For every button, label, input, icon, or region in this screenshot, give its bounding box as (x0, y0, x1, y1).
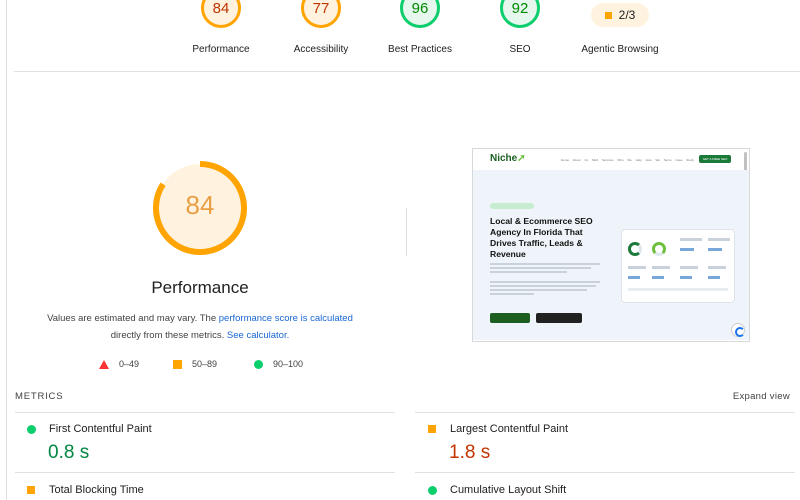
site-logo: Niche➚ (490, 153, 526, 164)
average-square-icon (428, 425, 436, 433)
site-nav: Home About Us SEO Services Who We Help H… (561, 158, 694, 162)
metric-lcp-label: Largest Contentful Paint (450, 423, 569, 435)
hero-tag (490, 203, 534, 209)
gauge-best-practices-label: Best Practices (388, 44, 452, 55)
hero-paragraph (490, 263, 600, 297)
legend-fail: 0–49 (99, 359, 139, 369)
site-cta-button: GET A FREE SEO AUDIT (699, 155, 731, 169)
metric-lcp-value: 1.8 s (449, 442, 491, 463)
average-square-icon (604, 11, 612, 19)
desc-text-2: directly from these metrics. (110, 330, 227, 341)
gauge-best-practices-score: 96 (400, 0, 440, 28)
expand-view-toggle[interactable]: Expand view (700, 391, 790, 402)
fail-triangle-icon (99, 359, 109, 369)
legend-average: 50–89 (173, 359, 217, 369)
gauge-accessibility-label: Accessibility (293, 44, 349, 55)
hero-primary-button (490, 313, 530, 323)
desc-text-1: Values are estimated and may vary. The (47, 313, 219, 324)
see-calculator-link[interactable]: See calculator. (227, 330, 289, 341)
gauge-performance-score: 84 (201, 0, 241, 28)
gauge-seo-label: SEO (509, 44, 531, 55)
metric-divider (415, 412, 795, 413)
agentic-value: 2/3 (618, 8, 636, 22)
metric-cls-label: Cumulative Layout Shift (450, 484, 567, 496)
gauge-agentic-label: Agentic Browsing (581, 44, 659, 55)
pass-circle-icon (428, 486, 437, 495)
metric-tbt-label: Total Blocking Time (49, 484, 144, 496)
gauge-accessibility-score: 77 (301, 0, 341, 28)
performance-description: Values are estimated and may vary. The p… (30, 310, 370, 344)
final-screenshot[interactable]: Niche➚ Home About Us SEO Services Who We… (472, 148, 750, 342)
section-divider (406, 208, 407, 256)
recaptcha-badge-icon (731, 323, 745, 337)
metrics-header: METRICS (15, 391, 64, 402)
legend-fail-range: 0–49 (119, 359, 140, 369)
performance-score: 84 (185, 190, 215, 220)
pass-circle-icon (27, 425, 36, 434)
metric-fcp-label: First Contentful Paint (49, 423, 152, 435)
legend-average-range: 50–89 (192, 359, 218, 369)
metric-divider (415, 472, 795, 473)
metric-divider (15, 412, 395, 413)
category-gauges-row: 84 Performance 77 Accessibility 96 Best … (14, 0, 800, 72)
pass-circle-icon (254, 359, 263, 369)
hero-headline: Local & Ecommerce SEO Agency In Florida … (490, 216, 593, 259)
dashboard-card-graphic (621, 229, 735, 303)
performance-score-link[interactable]: performance score is calculated (219, 313, 353, 324)
gauge-performance-label: Performance (192, 44, 250, 55)
metric-fcp-value: 0.8 s (48, 442, 90, 463)
agentic-pill: 2/3 (591, 3, 649, 27)
average-square-icon (27, 486, 35, 494)
hero-secondary-button (536, 313, 582, 323)
legend-pass: 90–100 (254, 359, 303, 369)
metric-divider (15, 472, 395, 473)
performance-title: Performance (151, 278, 249, 297)
average-square-icon (173, 359, 182, 369)
legend-pass-range: 90–100 (273, 359, 304, 369)
gauge-seo-score: 92 (500, 0, 540, 28)
site-hero: Local & Ecommerce SEO Agency In Florida … (473, 170, 749, 340)
